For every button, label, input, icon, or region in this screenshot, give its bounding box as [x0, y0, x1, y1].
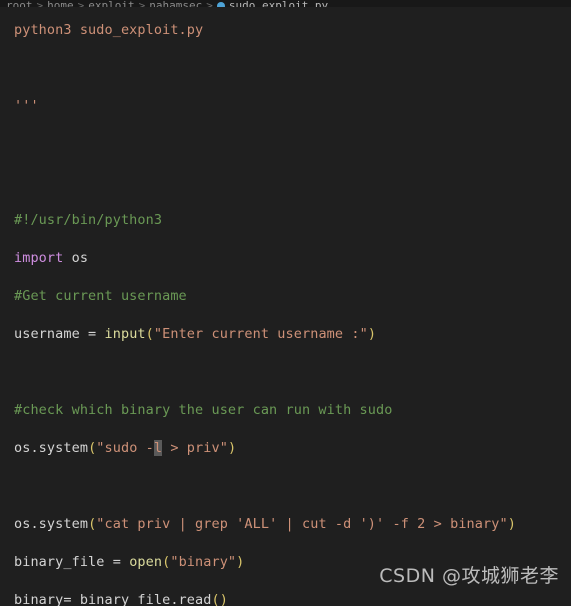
code-line[interactable]: username = input("Enter current username…: [14, 315, 516, 353]
code-line[interactable]: [14, 467, 516, 505]
code-token: ''': [14, 98, 39, 114]
editor-window: root > home > exploit > nahamsec > sudo_exploit.…: [0, 0, 571, 606]
breadcrumb-item-0[interactable]: root: [6, 0, 33, 7]
code-token: #!/usr/bin/python3: [14, 212, 163, 228]
code-line[interactable]: [14, 49, 516, 87]
code-line[interactable]: python3 sudo_exploit.py: [14, 11, 516, 49]
code-token: os: [63, 250, 89, 266]
code-token: input: [104, 326, 146, 342]
code-line[interactable]: os.system("sudo -l > priv"): [14, 429, 516, 467]
breadcrumb-separator: >: [206, 0, 213, 7]
code-line[interactable]: binary= binary_file.read(): [14, 581, 516, 606]
breadcrumb-item-1[interactable]: home: [47, 0, 74, 7]
code-token: "binary": [170, 554, 237, 570]
code-token: ): [507, 516, 516, 532]
code-token: > priv": [162, 440, 228, 456]
code-line[interactable]: [14, 125, 516, 163]
code-token: username =: [14, 326, 105, 342]
code-token: binary= binary_file.read: [14, 592, 212, 606]
active-file-tab[interactable]: sudo_exploit.py: [229, 0, 328, 7]
breadcrumb-separator: >: [36, 0, 44, 7]
source-code[interactable]: python3 sudo_exploit.py ''' #!/usr/bin/p…: [0, 7, 516, 606]
code-line[interactable]: [14, 163, 516, 201]
code-token: ): [227, 440, 237, 456]
code-editor-surface[interactable]: python3 sudo_exploit.py ''' #!/usr/bin/p…: [0, 7, 571, 606]
breadcrumb-bar[interactable]: root > home > exploit > nahamsec > sudo_exploit.…: [0, 0, 571, 7]
code-line[interactable]: ''': [14, 87, 516, 125]
code-line[interactable]: import os: [14, 239, 516, 277]
code-token: #check which binary the user can run wit…: [14, 402, 393, 418]
code-token: import: [14, 250, 64, 266]
breadcrumb-item-2[interactable]: exploit: [88, 0, 134, 7]
code-token: binary_file =: [14, 554, 130, 570]
text-caret: l: [153, 440, 163, 456]
code-token: os.system: [14, 516, 89, 532]
code-token: #Get current username: [14, 288, 187, 304]
code-token: "cat priv | grep 'ALL' | cut -d ')' -f 2…: [96, 516, 508, 532]
code-token: "Enter current username :": [153, 326, 368, 342]
code-line[interactable]: binary_file = open("binary"): [14, 543, 516, 581]
code-token: ): [236, 554, 245, 570]
code-line[interactable]: os.system("cat priv | grep 'ALL' | cut -…: [14, 505, 516, 543]
code-token: ): [367, 326, 377, 342]
code-line[interactable]: [14, 353, 516, 391]
code-line[interactable]: #!/usr/bin/python3: [14, 201, 516, 239]
code-token: (: [145, 326, 154, 342]
breadcrumb-item-3[interactable]: nahamsec: [149, 0, 202, 7]
breadcrumb-separator: >: [138, 0, 146, 7]
code-line[interactable]: #Get current username: [14, 277, 516, 315]
breadcrumb-separator: >: [77, 0, 85, 7]
code-token: os.system: [14, 440, 89, 456]
code-token: "sudo -: [96, 440, 154, 456]
code-token: python3 sudo_exploit.py: [14, 22, 204, 38]
code-token: (): [211, 592, 228, 606]
code-token: open: [129, 554, 163, 570]
code-line[interactable]: #check which binary the user can run wit…: [14, 391, 516, 429]
